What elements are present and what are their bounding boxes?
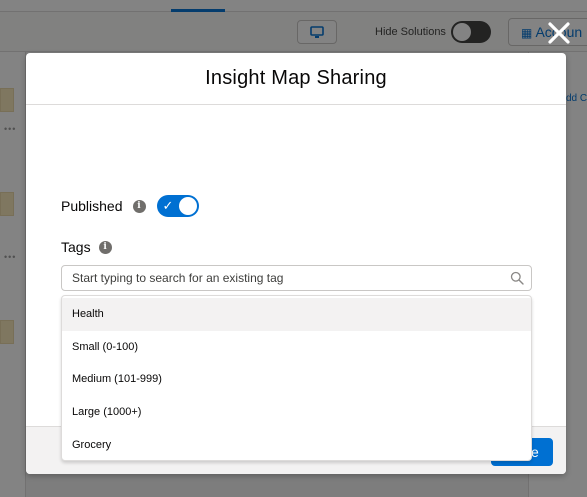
tags-label: Tags: [61, 239, 91, 255]
modal-body: Published i ✓ Tags i Health Small (0-100…: [26, 105, 566, 461]
modal-header: Insight Map Sharing: [26, 53, 566, 105]
toggle-knob: [178, 197, 197, 215]
close-icon: [548, 22, 570, 44]
check-icon: ✓: [162, 198, 174, 213]
published-toggle[interactable]: ✓: [156, 195, 199, 217]
modal-title: Insight Map Sharing: [205, 67, 387, 89]
published-label: Published: [61, 198, 123, 214]
dropdown-option[interactable]: Medium (101-999): [62, 363, 531, 396]
tag-search-field: [61, 265, 532, 291]
tag-search-input[interactable]: [62, 266, 531, 290]
tags-row: Tags i: [61, 239, 112, 255]
dropdown-option[interactable]: Health: [62, 298, 531, 331]
info-icon[interactable]: i: [132, 199, 146, 213]
search-icon: [510, 271, 524, 285]
dropdown-option[interactable]: Grocery: [62, 428, 531, 460]
published-row: Published i ✓: [61, 195, 199, 217]
close-button[interactable]: [546, 20, 572, 46]
dropdown-option[interactable]: Small (0-100): [62, 331, 531, 364]
dropdown-option[interactable]: Large (1000+): [62, 396, 531, 429]
info-icon[interactable]: i: [98, 240, 112, 254]
tag-options-dropdown: Health Small (0-100) Medium (101-999) La…: [61, 295, 532, 461]
insight-map-sharing-modal: Insight Map Sharing Published i ✓ Tags i…: [26, 53, 566, 474]
